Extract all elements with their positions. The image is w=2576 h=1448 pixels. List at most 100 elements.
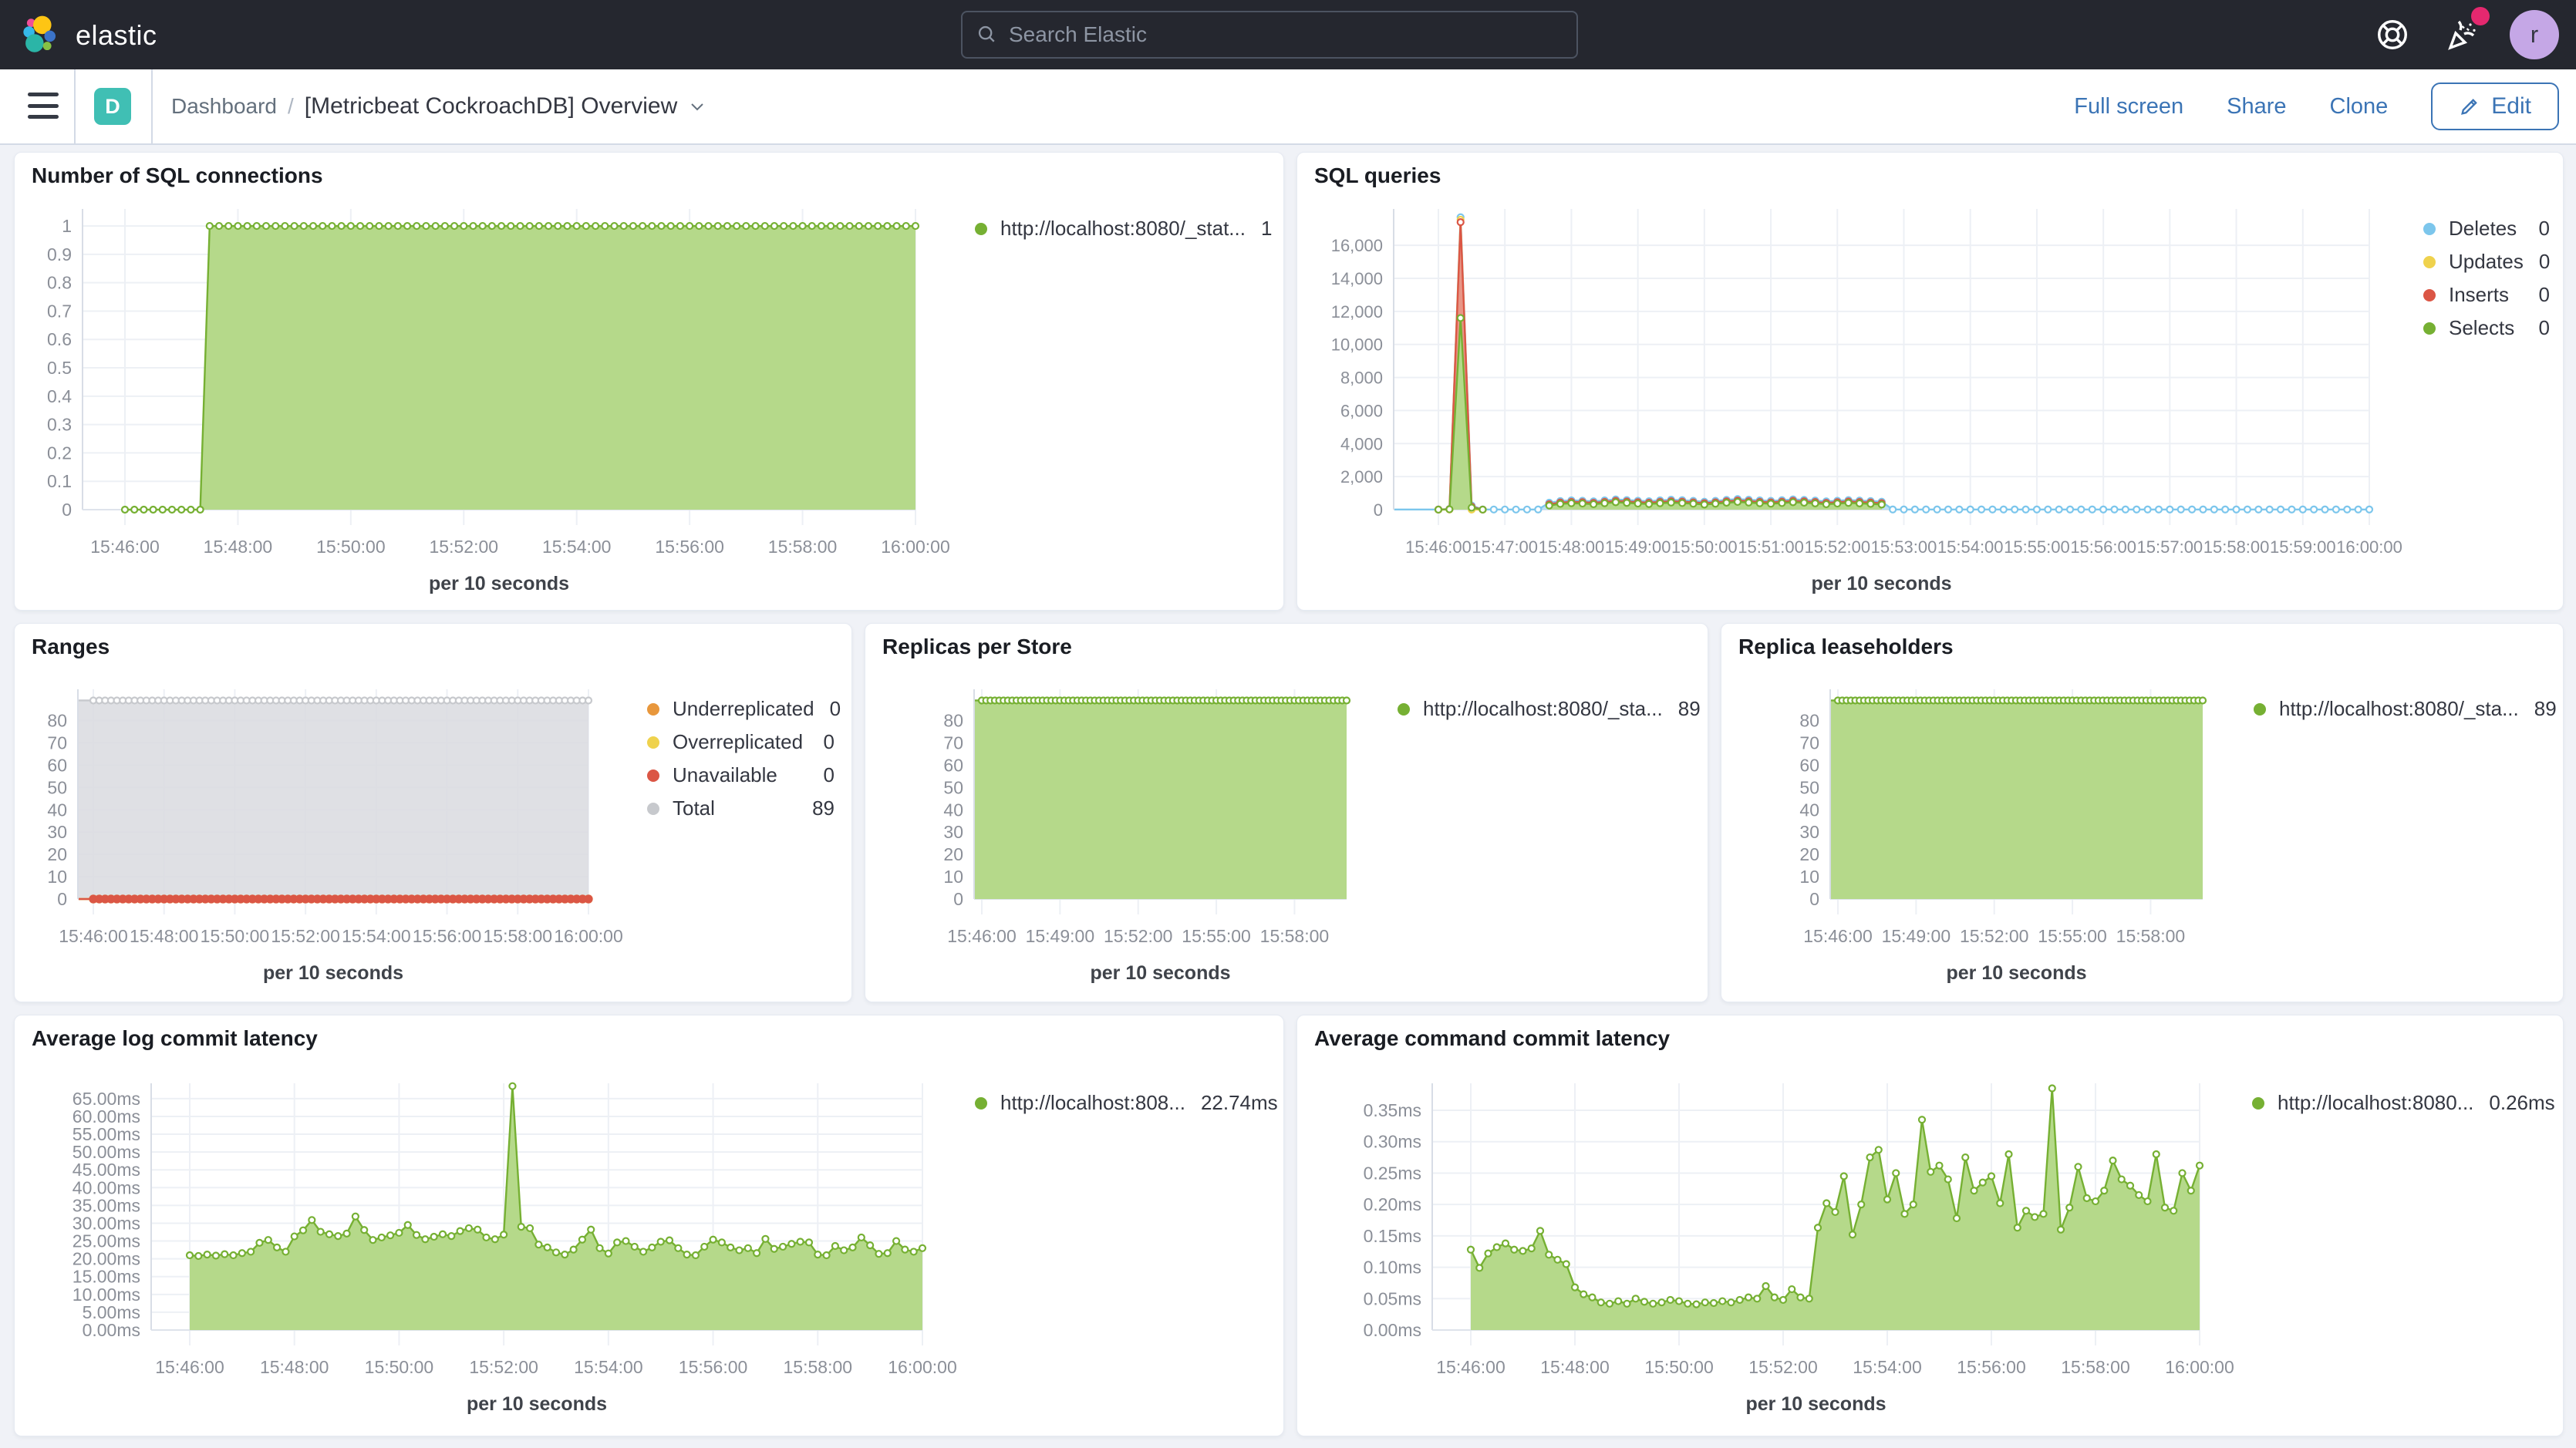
svg-text:0.20ms: 0.20ms	[1364, 1194, 1421, 1214]
svg-text:15:46:00: 15:46:00	[90, 537, 160, 557]
svg-text:15:48:00: 15:48:00	[130, 926, 199, 946]
svg-text:15:58:00: 15:58:00	[2061, 1357, 2130, 1377]
svg-text:15:49:00: 15:49:00	[1605, 537, 1671, 557]
panel-command-commit-latency: 0.35ms0.30ms0.25ms0.20ms0.15ms0.10ms0.05…	[1296, 1015, 2564, 1436]
svg-text:15:56:00: 15:56:00	[2070, 537, 2136, 557]
svg-text:0.8: 0.8	[47, 273, 72, 293]
panel-title: SQL queries	[1314, 163, 1441, 188]
kibana-dashboard-app: elastic Search Elastic	[0, 0, 2576, 1448]
legend-series-dot	[2254, 703, 2266, 716]
svg-text:0.3: 0.3	[47, 415, 72, 435]
legend-item[interactable]: Selects0	[2423, 311, 2550, 345]
edit-button[interactable]: Edit	[2431, 83, 2559, 130]
legend-item[interactable]: Updates0	[2423, 245, 2550, 278]
nav-divider	[74, 69, 76, 143]
log-commit-latency-chart[interactable]: 65.00ms60.00ms55.00ms50.00ms45.00ms40.00…	[15, 1015, 1283, 1436]
legend-label: Inserts	[2449, 283, 2524, 307]
legend-item[interactable]: http://localhost:8080/_sta...89	[1398, 692, 1692, 726]
svg-text:0.7: 0.7	[47, 301, 72, 321]
svg-text:15:55:00: 15:55:00	[2038, 926, 2107, 946]
svg-text:15:48:00: 15:48:00	[1539, 537, 1605, 557]
legend-label: Total	[673, 796, 797, 820]
legend-item[interactable]: Unavailable0	[647, 759, 835, 792]
legend-item[interactable]: Inserts 0	[2423, 278, 2550, 311]
legend-item[interactable]: Underreplicated0	[647, 692, 835, 726]
svg-text:0.15ms: 0.15ms	[1364, 1226, 1421, 1246]
replicas-per-store-legend: http://localhost:8080/_sta...89	[1398, 692, 1692, 726]
svg-text:35.00ms: 35.00ms	[72, 1195, 140, 1215]
legend-series-dot	[2423, 289, 2436, 301]
panel-title: Replica leaseholders	[1738, 635, 1954, 659]
svg-text:15:52:00: 15:52:00	[1748, 1357, 1818, 1377]
svg-text:15:50:00: 15:50:00	[1671, 537, 1738, 557]
command-commit-latency-chart[interactable]: 0.35ms0.30ms0.25ms0.20ms0.15ms0.10ms0.05…	[1297, 1015, 2563, 1436]
legend-item[interactable]: http://localhost:8080/_stat...1	[975, 212, 1269, 245]
sql-connections-legend: http://localhost:8080/_stat...1	[975, 212, 1269, 245]
share-button[interactable]: Share	[2227, 94, 2286, 120]
svg-text:1: 1	[62, 216, 72, 236]
svg-text:10: 10	[47, 867, 67, 887]
legend-series-dot	[647, 703, 659, 716]
svg-text:8,000: 8,000	[1340, 369, 1383, 388]
breadcrumb-dashboard-link[interactable]: Dashboard	[171, 94, 277, 119]
ranges-legend: Underreplicated0Overreplicated0Unavailab…	[647, 692, 835, 825]
svg-text:10: 10	[943, 867, 963, 887]
svg-text:5.00ms: 5.00ms	[83, 1302, 140, 1322]
whats-new-button[interactable]	[2439, 10, 2488, 59]
x-axis-label: per 10 seconds	[1946, 962, 2086, 984]
svg-text:0.10ms: 0.10ms	[1364, 1258, 1421, 1278]
svg-text:15:48:00: 15:48:00	[1540, 1357, 1610, 1377]
svg-text:0: 0	[1809, 889, 1819, 909]
panel-title: Average command commit latency	[1314, 1026, 1670, 1051]
svg-text:20: 20	[47, 844, 67, 864]
svg-text:40: 40	[943, 800, 963, 820]
svg-text:15:52:00: 15:52:00	[430, 537, 499, 557]
svg-text:15:54:00: 15:54:00	[1853, 1357, 1922, 1377]
nav-divider	[151, 69, 153, 143]
chevron-down-icon[interactable]	[688, 97, 706, 116]
svg-text:15:58:00: 15:58:00	[2203, 537, 2270, 557]
legend-item[interactable]: Deletes0	[2423, 212, 2550, 245]
help-button[interactable]	[2368, 10, 2417, 59]
lifebuoy-icon	[2375, 17, 2410, 52]
legend-item[interactable]: http://localhost:8080...0.26ms	[2252, 1086, 2547, 1120]
replica-leaseholders-chart[interactable]: 8070605040302010015:46:0015:49:0015:52:0…	[1721, 624, 2563, 1002]
legend-item[interactable]: Overreplicated0	[647, 726, 835, 759]
legend-item[interactable]: http://localhost:8080/_sta...89	[2254, 692, 2547, 726]
svg-text:15:55:00: 15:55:00	[1182, 926, 1251, 946]
user-avatar[interactable]: r	[2510, 10, 2559, 59]
legend-label: http://localhost:8080/_stat...	[1000, 217, 1246, 241]
legend-value: 0	[824, 763, 835, 787]
panel-sql-queries: 16,00014,00012,00010,0008,0006,0004,0002…	[1296, 152, 2564, 611]
svg-text:20: 20	[1799, 844, 1819, 864]
legend-series-dot	[647, 803, 659, 815]
svg-text:15:49:00: 15:49:00	[1882, 926, 1951, 946]
clone-button[interactable]: Clone	[2330, 94, 2389, 120]
svg-text:70: 70	[1799, 732, 1819, 753]
svg-text:15:52:00: 15:52:00	[1804, 537, 1870, 557]
legend-value: 0	[2539, 250, 2550, 274]
full-screen-button[interactable]: Full screen	[2074, 94, 2183, 120]
replicas-per-store-chart[interactable]: 8070605040302010015:46:0015:49:0015:52:0…	[865, 624, 1708, 1002]
legend-label: Selects	[2449, 316, 2524, 340]
legend-value: 0	[2539, 283, 2550, 307]
svg-text:15:56:00: 15:56:00	[413, 926, 482, 946]
breadcrumb: Dashboard / [Metricbeat CockroachDB] Ove…	[171, 69, 706, 143]
header-icons: r	[2368, 0, 2576, 69]
elastic-logo[interactable]: elastic	[19, 13, 157, 58]
panel-title: Average log commit latency	[32, 1026, 318, 1051]
legend-item[interactable]: Total89	[647, 792, 835, 825]
svg-text:0.5: 0.5	[47, 358, 72, 378]
svg-text:60: 60	[1799, 755, 1819, 775]
sql-queries-chart[interactable]: 16,00014,00012,00010,0008,0006,0004,0002…	[1297, 153, 2563, 610]
legend-item[interactable]: http://localhost:808...22.74ms	[975, 1086, 1269, 1120]
svg-text:15:46:00: 15:46:00	[59, 926, 128, 946]
main-menu-button[interactable]	[28, 93, 59, 119]
svg-text:70: 70	[943, 732, 963, 753]
svg-text:16:00:00: 16:00:00	[881, 537, 950, 557]
legend-value: 89	[1678, 697, 1701, 721]
global-search-input[interactable]: Search Elastic	[961, 11, 1578, 59]
page-title[interactable]: [Metricbeat CockroachDB] Overview	[305, 93, 678, 120]
space-badge[interactable]: D	[94, 88, 131, 125]
svg-text:0.2: 0.2	[47, 443, 72, 463]
